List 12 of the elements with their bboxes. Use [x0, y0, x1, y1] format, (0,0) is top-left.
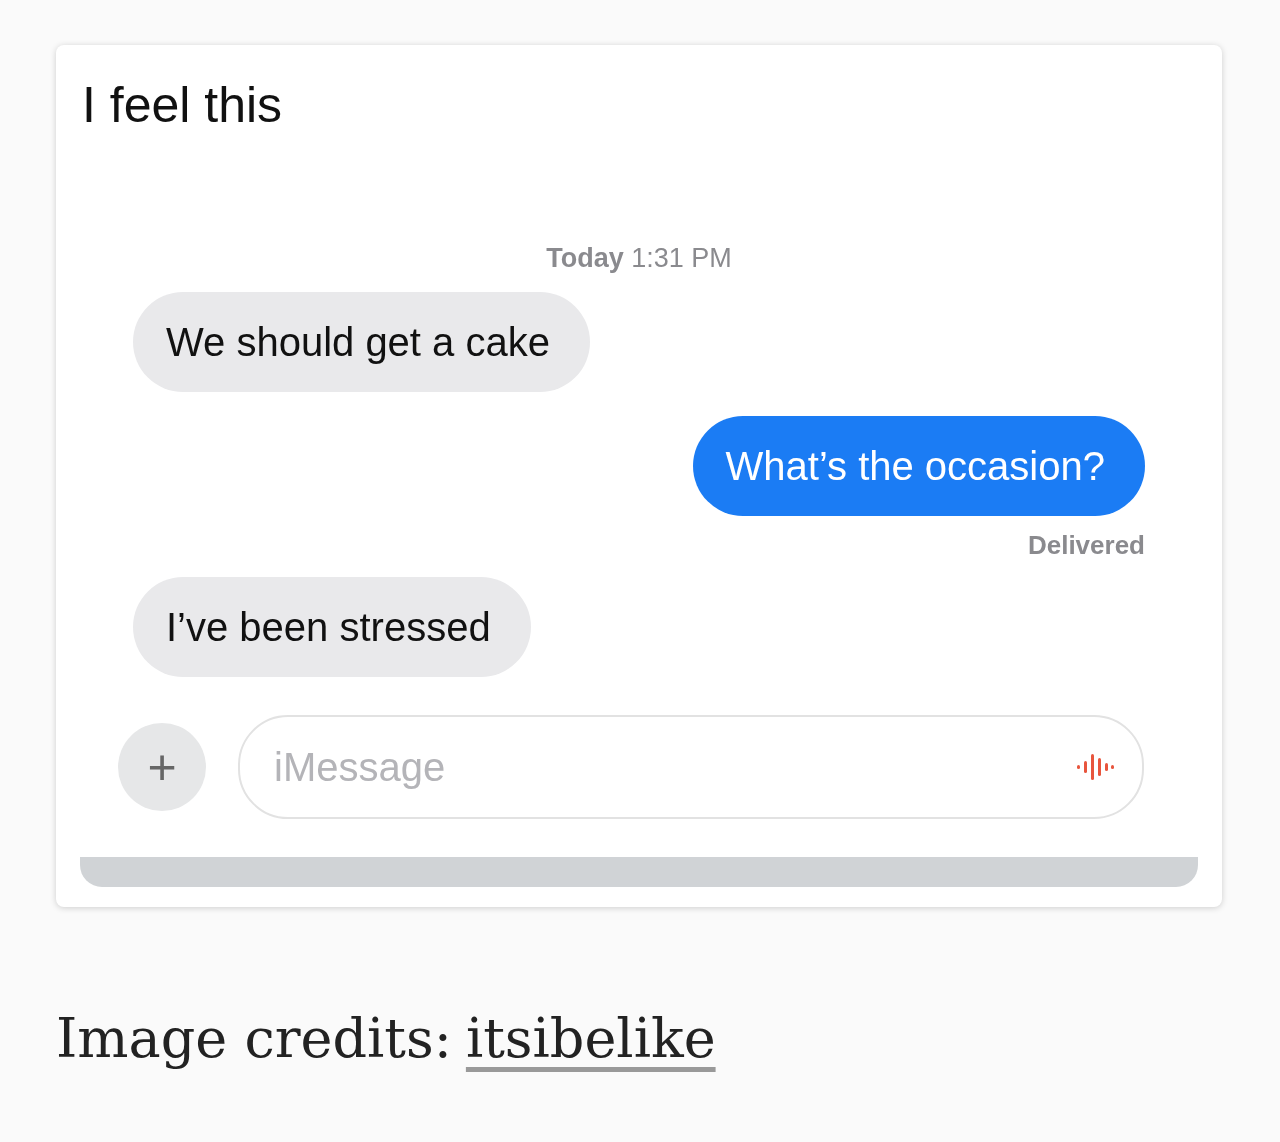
message-bubble: We should get a cake: [133, 292, 590, 392]
message-bubble: What’s the occasion?: [692, 416, 1145, 516]
post-title: I feel this: [81, 76, 284, 135]
message-timestamp: Today 1:31 PM: [545, 243, 733, 274]
add-button[interactable]: +: [118, 723, 206, 811]
audio-wave-icon[interactable]: [1074, 752, 1114, 782]
credit-link[interactable]: itsibelike: [465, 1007, 716, 1070]
message-field[interactable]: iMessage: [238, 715, 1144, 819]
message-input[interactable]: iMessage: [272, 743, 1074, 791]
caption-label: Image credits:: [56, 1007, 452, 1070]
message-bubble: I’ve been stressed: [133, 577, 531, 677]
delivery-status: Delivered: [1027, 530, 1145, 561]
